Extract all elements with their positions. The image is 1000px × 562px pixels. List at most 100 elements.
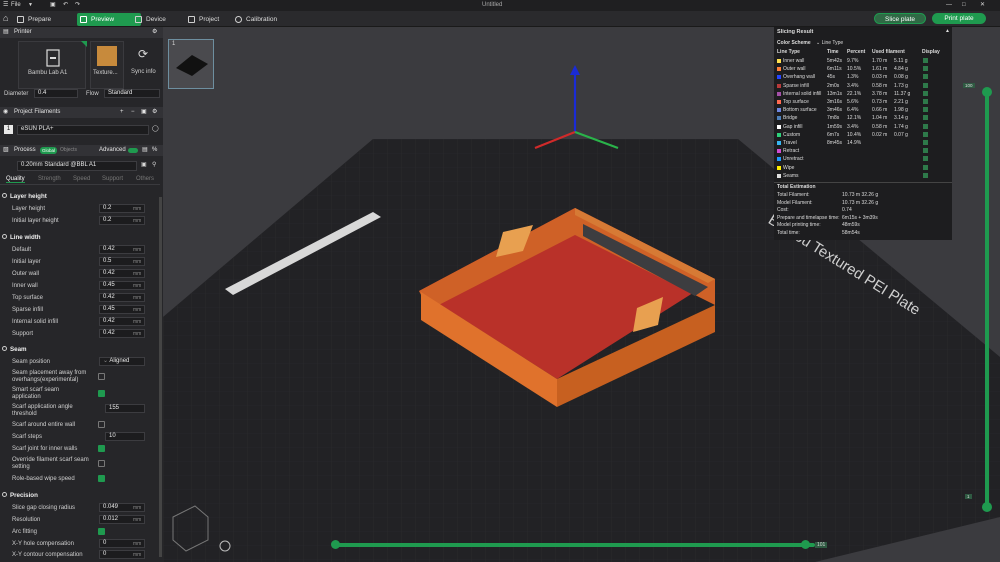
project-filaments-header[interactable]: ◉ Project Filaments + − ▣ ⚙ [0,107,163,118]
subtab-quality[interactable]: Quality [6,176,25,183]
display-toggle-checkbox[interactable] [923,58,928,63]
filament-edit-icon[interactable]: ◯ [152,125,159,132]
result-row[interactable]: Sparse infill 2m0s 3.4% 0.58 m 1.73 g [774,82,952,90]
maximize-icon[interactable]: □ [962,0,966,11]
save-preset-icon[interactable]: ▣ [141,161,147,168]
display-toggle-checkbox[interactable] [923,90,928,96]
result-row[interactable]: Inner wall 5m42s 9.7% 1.70 m 5.11 g [774,57,952,65]
global-toggle[interactable]: Global [40,147,58,154]
line-width-input[interactable]: 0.42 mm [99,269,145,278]
plate-type-card[interactable]: Texture... [90,41,124,89]
slice-gap-input[interactable]: 0.049 mm [99,503,145,512]
result-row[interactable]: Bridge 7m8s 12.1% 1.04 m 3.14 g [774,114,952,122]
subtab-support[interactable]: Support [102,176,123,182]
scarf-around-checkbox[interactable] [98,421,105,428]
process-preset-select[interactable]: 0.20mm Standard @BBL A1 [17,161,137,171]
display-toggle-checkbox[interactable] [923,140,928,145]
display-toggle-checkbox[interactable] [923,99,928,104]
move-slider-end-handle[interactable] [801,540,810,549]
remove-filament-icon[interactable]: − [131,107,135,118]
layer-height-input[interactable]: 0.2 mm [99,204,145,213]
tab-project[interactable]: Project [185,13,225,26]
scarf-angle-input[interactable]: 155 [105,404,145,413]
tab-device[interactable]: Device [132,13,172,26]
tab-calibration[interactable]: Calibration [232,13,282,26]
process-compare-icon[interactable]: ▤ [142,145,148,156]
result-row[interactable]: Seams [774,172,952,180]
redo-icon[interactable]: ↷ [75,0,80,11]
display-toggle-checkbox[interactable] [923,66,928,72]
display-toggle-checkbox[interactable] [923,156,928,162]
printer-section-header[interactable]: ▤ Printer ⚙ [0,27,163,38]
add-filament-icon[interactable]: + [120,107,124,118]
slice-plate-button[interactable]: Slice plate [874,13,926,24]
undo-icon[interactable]: ↶ [63,0,68,11]
search-settings-icon[interactable]: ⚲ [152,161,156,168]
line-width-input[interactable]: 0.45 mm [99,305,145,314]
subtab-strength[interactable]: Strength [38,176,61,182]
line-width-input[interactable]: 0.42 mm [99,293,145,302]
scarf-steps-input[interactable]: 10 [105,432,145,441]
arc-fitting-checkbox[interactable] [98,528,105,535]
display-toggle-checkbox[interactable] [923,148,928,154]
layer-slider-bottom-handle[interactable] [982,502,992,512]
result-row[interactable]: Bottom surface 3m46s 6.4% 0.66 m 1.98 g [774,106,952,114]
printer-card[interactable]: Bambu Lab A1 [18,41,87,89]
line-width-input[interactable]: 0.5 mm [99,257,145,266]
layer-slider[interactable] [982,80,992,512]
result-row[interactable]: Internal solid infill 13m1s 22.1% 3.78 m 11.… [774,90,952,98]
objects-toggle[interactable]: Objects [60,145,77,156]
xy-contour-input[interactable]: 0 mm [99,550,145,559]
filament-settings-icon[interactable]: ⚙ [152,107,157,118]
collapse-panel-icon[interactable]: ▲ [945,28,950,34]
display-toggle-checkbox[interactable] [923,107,928,113]
resolution-input[interactable]: 0.012 mm [99,515,145,524]
result-row[interactable]: Travel 8m45s 14.9% [774,139,952,147]
move-slider-start-handle[interactable] [331,540,340,549]
display-toggle-checkbox[interactable] [923,131,928,137]
seam-away-checkbox[interactable] [98,373,105,380]
result-row[interactable]: Outer wall 6m11s 10.5% 1.61 m 4.84 g [774,65,952,73]
smart-scarf-checkbox[interactable] [98,390,105,397]
diameter-select[interactable]: 0.4 [34,89,78,98]
plate-thumbnail[interactable]: 1 [168,39,214,89]
display-toggle-checkbox[interactable] [923,164,928,170]
filament-sync-icon[interactable]: ▣ [141,107,147,118]
line-width-input[interactable]: 0.42 mm [99,329,145,338]
app-menu-icon[interactable]: ☰ [3,0,8,11]
printer-settings-icon[interactable]: ⚙ [152,27,157,38]
subtab-others[interactable]: Others [136,176,154,182]
line-width-input[interactable]: 0.45 mm [99,281,145,290]
file-menu-chevron-icon[interactable]: ▼ [28,0,33,11]
layer-slider-track[interactable] [985,90,989,510]
sidebar-scrollbar[interactable] [159,197,162,557]
seam-position-select[interactable]: ⌄ Aligned [99,357,145,366]
tab-prepare[interactable]: Prepare [14,13,64,26]
display-toggle-checkbox[interactable] [923,172,928,178]
print-plate-button[interactable]: Print plate [932,13,986,24]
process-percent-icon[interactable]: % [152,145,157,156]
advanced-toggle[interactable] [128,148,138,153]
line-width-input[interactable]: 0.42 mm [99,245,145,254]
subtab-speed[interactable]: Speed [73,176,90,182]
result-row[interactable]: Unretract [774,155,952,163]
move-slider-track[interactable] [335,543,815,547]
color-scheme-select[interactable]: ⌄ Line Type [816,40,843,46]
filament-select[interactable]: eSUN PLA+ [17,125,149,135]
override-scarf-checkbox[interactable] [98,460,105,467]
initial-layer-height-input[interactable]: 0.2 mm [99,216,145,225]
result-row[interactable]: Gap infill 1m59s 3.4% 0.58 m 1.74 g [774,123,952,131]
role-wipe-checkbox[interactable] [98,475,105,482]
close-icon[interactable]: ✕ [980,0,985,11]
display-toggle-checkbox[interactable] [923,123,928,129]
save-icon[interactable]: ▣ [50,0,56,11]
home-icon[interactable]: ⌂ [3,13,8,24]
display-toggle-checkbox[interactable] [923,115,928,121]
sync-info-button[interactable]: ⟳ Sync info [128,41,160,89]
display-toggle-checkbox[interactable] [923,74,928,80]
scarf-inner-checkbox[interactable] [98,445,105,452]
xy-hole-input[interactable]: 0 mm [99,539,145,548]
line-width-input[interactable]: 0.42 mm [99,317,145,326]
result-row[interactable]: Overhang wall 45s 1.3% 0.03 m 0.08 g [774,73,952,81]
flow-select[interactable]: Standard [104,89,160,98]
